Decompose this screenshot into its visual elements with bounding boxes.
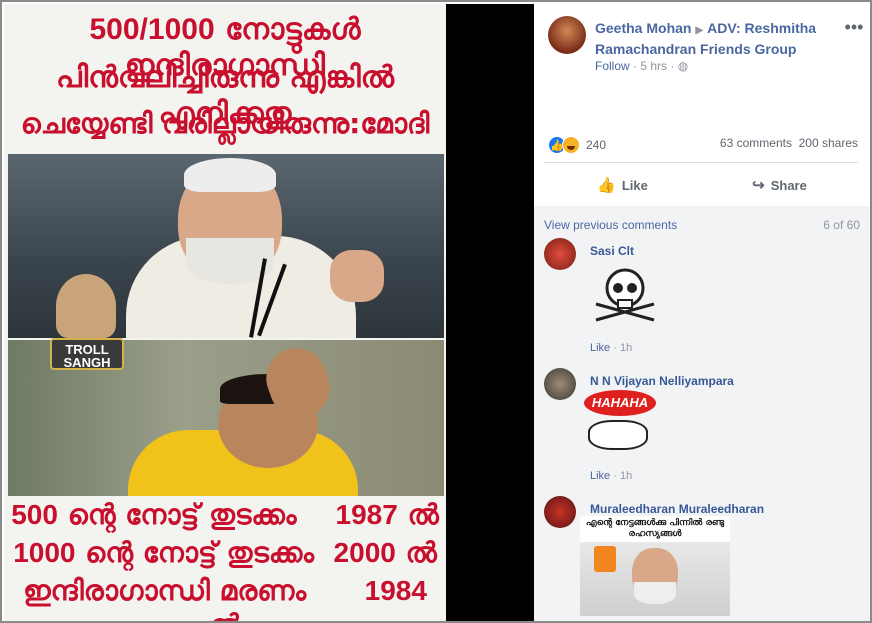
globe-icon: ◍ bbox=[677, 59, 689, 73]
commenter-avatar[interactable] bbox=[544, 368, 576, 400]
thumbs-up-icon: 👍 bbox=[597, 177, 616, 194]
like-button[interactable]: 👍 Like bbox=[544, 168, 701, 202]
skull-crossbones-sticker bbox=[595, 268, 655, 322]
share-arrow-icon: ↪ bbox=[752, 177, 765, 194]
sticker-text: HAHAHA bbox=[584, 390, 656, 416]
comment-actions: Like · 1h bbox=[590, 342, 633, 354]
comments-count-link[interactable]: 63 comments bbox=[720, 136, 792, 150]
image-bottom-line-2: 1000 ന്റെ നോട്ട് തുടക്കം 2000 ൽ bbox=[13, 536, 437, 569]
divider bbox=[544, 162, 858, 163]
comment-image[interactable]: എന്റെ നേട്ടങ്ങൾക്കു പിന്നിൽ രണ്ടു രഹസ്യങ… bbox=[580, 516, 730, 616]
post-image[interactable]: 500/1000 നോട്ടുകൾ ഇന്ദിരാഗാന്ധി പിൻവലിച്… bbox=[4, 4, 446, 621]
reaction-count: 240 bbox=[586, 138, 607, 152]
comment-image-caption: എന്റെ നേട്ടങ്ങൾക്കു പിന്നിൽ രണ്ടു രഹസ്യങ… bbox=[585, 518, 725, 539]
comment-share-counts: 63 comments 200 shares bbox=[720, 136, 858, 150]
post-time[interactable]: 5 hrs bbox=[640, 59, 667, 73]
author-name-link[interactable]: Geetha Mohan bbox=[595, 20, 691, 36]
image-bottom-line-1: 500 ന്റെ നോട്ട് തുടക്കം 1987 ൽ bbox=[11, 498, 439, 531]
image-bottom-line-3: ഇന്ദിരാഗാന്ധി മരണം 1984 ൽ bbox=[23, 574, 427, 621]
comment-like-link[interactable]: Like bbox=[590, 470, 610, 482]
post-header: Geetha Mohan ▶ ADV: Reshmitha Ramachandran… bbox=[548, 16, 868, 86]
post-title: Geetha Mohan ▶ ADV: Reshmitha Ramachandran… bbox=[595, 19, 845, 58]
comment-actions: Like · 1h bbox=[590, 470, 633, 482]
share-button[interactable]: ↪ Share bbox=[701, 168, 858, 202]
follow-link[interactable]: Follow bbox=[595, 59, 630, 73]
commenter-avatar[interactable] bbox=[544, 238, 576, 270]
comment-time[interactable]: 1h bbox=[620, 470, 632, 482]
post-side-panel: Geetha Mohan ▶ ADV: Reshmitha Ramachandran… bbox=[534, 4, 870, 621]
author-avatar[interactable] bbox=[548, 16, 586, 54]
screenshot-frame: 500/1000 നോട്ടുകൾ ഇന്ദിരാഗാന്ധി പിൻവലിച്… bbox=[0, 0, 872, 623]
commenter-avatar[interactable] bbox=[544, 496, 576, 528]
comments-page-count: 6 of 60 bbox=[823, 218, 860, 232]
comments-section: View previous comments 6 of 60 Sasi Clt … bbox=[534, 206, 870, 621]
logo-text: TROLL SANGH bbox=[50, 338, 124, 370]
post-stats: 👍 240 63 comments 200 shares bbox=[548, 134, 858, 158]
arrow-right-icon: ▶ bbox=[695, 25, 704, 36]
commenter-name[interactable]: Sasi Clt bbox=[590, 244, 634, 258]
reactions-summary[interactable]: 👍 240 bbox=[548, 136, 606, 154]
view-previous-comments-link[interactable]: View previous comments bbox=[544, 218, 677, 232]
comment-time[interactable]: 1h bbox=[620, 342, 632, 354]
haha-reaction-icon bbox=[562, 136, 580, 154]
hahaha-sticker: HAHAHA bbox=[580, 390, 660, 454]
photo-viewer-background bbox=[446, 4, 534, 621]
post-actions: 👍 Like ↪ Share bbox=[544, 168, 858, 202]
shares-count-link[interactable]: 200 shares bbox=[799, 136, 858, 150]
more-options-icon[interactable]: ••• bbox=[844, 18, 864, 36]
troll-sangh-logo: TROLL SANGH bbox=[44, 274, 128, 374]
commenter-name[interactable]: N N Vijayan Nelliyampara bbox=[590, 374, 734, 388]
comment-like-link[interactable]: Like bbox=[590, 342, 610, 354]
post-meta: Follow · 5 hrs · ◍ bbox=[595, 59, 689, 73]
image-text-line-3: ചെയ്യേണ്ടി വരില്ലായിരുന്നു:മോദി bbox=[20, 107, 430, 140]
commenter-name[interactable]: Muraleedharan Muraleedharan bbox=[590, 502, 764, 516]
